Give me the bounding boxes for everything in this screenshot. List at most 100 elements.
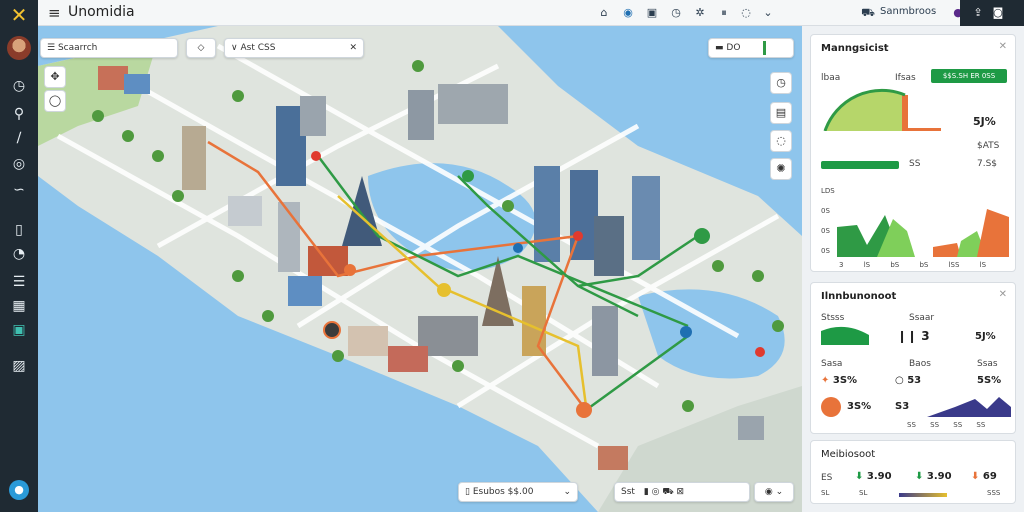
signal-icon[interactable]: ◔: [9, 244, 29, 264]
axis-tick: LDS: [821, 187, 835, 195]
row-value: ✦ 3S%: [821, 375, 858, 386]
clock-icon[interactable]: ◷: [9, 76, 29, 96]
row-label: Ssaar: [909, 313, 935, 323]
route-icon[interactable]: ∽: [9, 180, 29, 200]
row-percent: 5S%: [977, 375, 1002, 386]
chevron-icon: ∨: [231, 43, 238, 53]
panel-metrics: Manngsicist ✕ lbaa Ifsas $$S.SH ER 0SS 5…: [810, 34, 1016, 272]
calendar-icon[interactable]: ▣: [9, 320, 29, 340]
close-icon[interactable]: ✕: [999, 41, 1007, 52]
row-value: 3S%: [847, 401, 872, 412]
map-view[interactable]: ☰ Scaarrch ◇ ∨ Ast CSS ✕ ▬ DO ✥ ◯ ◷ ▤ ◌ …: [38, 26, 802, 512]
progress-bar: [821, 161, 899, 169]
app-title: Unomidia: [68, 4, 135, 20]
clock-icon[interactable]: ◷: [770, 72, 792, 94]
camera-icon[interactable]: ◙: [990, 5, 1006, 21]
mini-area-chart: [927, 397, 1011, 417]
close-icon[interactable]: ✕: [349, 39, 357, 57]
row-label: Ssas: [977, 359, 998, 369]
metric-label: Ifsas: [895, 73, 916, 83]
list-icon: ☰: [47, 43, 56, 53]
row-percent: 5J%: [975, 331, 996, 342]
doc-icon: ▯: [465, 487, 470, 497]
marker-value: ⬇ 3.90: [855, 471, 892, 482]
star-icon: ✦: [821, 375, 830, 386]
square-icon[interactable]: ▣: [644, 5, 660, 21]
user-status-icon[interactable]: ●: [9, 480, 29, 500]
account-switcher[interactable]: ⛟ Sanmbroos ●: [860, 0, 970, 26]
row-value: S3: [895, 401, 910, 412]
panel-title: Meibiosoot: [821, 449, 876, 460]
status-badge: $$S.SH ER 0SS: [931, 69, 1007, 83]
status-dot-icon: [821, 397, 841, 417]
chevron-down-icon[interactable]: ⌄: [760, 5, 776, 21]
layer-chip[interactable]: ▬ DO: [708, 38, 794, 58]
zoom-icon[interactable]: ◯: [44, 90, 66, 112]
list-icon[interactable]: ☰: [9, 272, 29, 292]
chevron-down-icon: ⌄: [563, 487, 571, 497]
shield-icon[interactable]: ◇: [186, 38, 216, 58]
search-icon[interactable]: ⚲: [9, 104, 29, 124]
filter-chip[interactable]: ∨ Ast CSS ✕: [224, 38, 364, 58]
settings-icon[interactable]: ✺: [770, 158, 792, 180]
upload-icon[interactable]: ⇪: [970, 5, 986, 21]
map-canvas: [38, 26, 802, 512]
marker-value: ⬇ 3.90: [915, 471, 952, 482]
axis-tick: 0S: [821, 247, 830, 255]
metric-value: SS: [909, 159, 921, 169]
app-logo-icon: ✕: [10, 3, 28, 27]
gradient-bar: [899, 493, 947, 497]
gear-icon[interactable]: ✲: [692, 5, 708, 21]
compass-icon[interactable]: ◎: [9, 154, 29, 174]
metric-label: lbaa: [821, 73, 841, 83]
tool-icons[interactable]: ▮ ◎ ⛟ ⊠: [644, 487, 684, 497]
row-label: Baos: [909, 359, 931, 369]
grid-icon[interactable]: ▦: [9, 296, 29, 316]
panel-title: Manngsicist: [821, 43, 889, 54]
pin-icon: ⬇: [855, 471, 864, 482]
clock-icon[interactable]: ◷: [668, 5, 684, 21]
compass-icon[interactable]: ◉: [620, 5, 636, 21]
gauge-percent: 5J%: [973, 115, 996, 128]
marker-label: SSS: [987, 489, 1001, 497]
axis-tick: 0S: [821, 227, 830, 235]
save-icon[interactable]: ▤: [770, 102, 792, 124]
marker-label: SL: [821, 489, 830, 497]
car-icon: ⛟: [861, 6, 875, 19]
row-label: Stsss: [821, 313, 845, 323]
avatar[interactable]: [7, 36, 31, 60]
bottom-status-chip[interactable]: ▯ Esubos $$.00 ⌄: [458, 482, 578, 502]
book-icon[interactable]: ▯: [9, 220, 29, 240]
pin-icon: ⬇: [915, 471, 924, 482]
panel-markers: Meibiosoot ES ⬇ 3.90 ⬇ 3.90 ⬇ 69 SL SL S…: [810, 440, 1016, 504]
panel-title: Ilnnbunonoot: [821, 291, 897, 302]
panel-summary: Ilnnbunonoot ✕ Stsss Ssaar ❙❙ 3 5J% Sasa…: [810, 282, 1016, 434]
row-value: ○ 53: [895, 375, 922, 386]
marker-label: SL: [859, 489, 868, 497]
close-icon[interactable]: ✕: [999, 289, 1007, 300]
x-axis-labels: 3 lS bS bS lSS lS: [839, 261, 987, 269]
layers-icon: ▬: [715, 43, 724, 53]
row-value: ❙❙ 3: [897, 329, 930, 343]
pen-icon[interactable]: ∕: [9, 128, 29, 148]
home-icon[interactable]: ⌂: [596, 5, 612, 21]
menu-icon[interactable]: ≡: [48, 4, 61, 22]
area-chart: [837, 209, 1009, 257]
chat-icon[interactable]: ◌: [770, 130, 792, 152]
account-label: Sanmbroos: [880, 6, 937, 17]
chat-icon[interactable]: ◌: [738, 5, 754, 21]
pause-icon[interactable]: ⏸: [716, 5, 732, 21]
top-bar: ≡ Unomidia ⌂ ◉ ▣ ◷ ✲ ⏸ ◌ ⌄ ⛟ Sanmbroos ●…: [38, 0, 1024, 26]
locate-icon[interactable]: ◉ ⌄: [754, 482, 794, 502]
search-input[interactable]: ☰ Scaarrch: [40, 38, 178, 58]
row-label: Sasa: [821, 359, 843, 369]
app-window: ✕ ◷ ⚲ ∕ ◎ ∽ ▯ ◔ ☰ ▦ ▣ ▨ ● ≡ Unomidia ⌂ ◉…: [0, 0, 1024, 512]
move-icon[interactable]: ✥: [44, 66, 66, 88]
axis-tick: 0S: [821, 207, 830, 215]
bottom-toolbar[interactable]: Sst ▮ ◎ ⛟ ⊠: [614, 482, 750, 502]
image-icon[interactable]: ▨: [9, 356, 29, 376]
x-axis-labels: SS SS SS SS: [907, 421, 986, 429]
left-rail: ✕ ◷ ⚲ ∕ ◎ ∽ ▯ ◔ ☰ ▦ ▣ ▨ ●: [0, 0, 38, 512]
marker-value: ⬇ 69: [971, 471, 997, 482]
gauge-chart: [823, 88, 941, 131]
